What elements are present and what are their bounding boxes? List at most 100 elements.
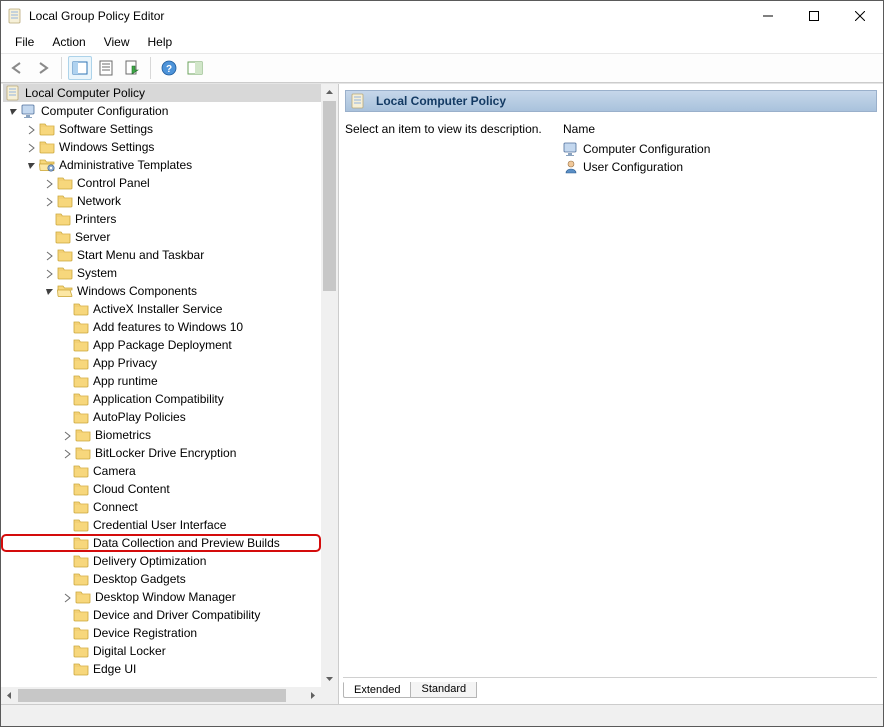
column-header-name[interactable]: Name	[563, 122, 877, 136]
folder-icon	[57, 247, 73, 263]
tree-item-connect[interactable]: Connect	[3, 498, 321, 516]
tree-label: Software Settings	[59, 122, 153, 136]
tab-standard[interactable]: Standard	[410, 682, 477, 698]
main-area: Local Computer Policy Computer Configura…	[1, 83, 883, 704]
details-title: Local Computer Policy	[376, 94, 506, 108]
folder-icon	[55, 211, 71, 227]
minimize-button[interactable]	[745, 1, 791, 31]
tree-item-admin-templates[interactable]: Administrative Templates	[3, 156, 321, 174]
tree-item-bitlocker[interactable]: BitLocker Drive Encryption	[3, 444, 321, 462]
tree-item-printers[interactable]: Printers	[3, 210, 321, 228]
tree-label: Desktop Window Manager	[95, 590, 236, 604]
expander-icon[interactable]	[43, 285, 55, 297]
tree-item-device-driver[interactable]: Device and Driver Compatibility	[3, 606, 321, 624]
expander-icon[interactable]	[25, 123, 37, 135]
expander-icon[interactable]	[43, 177, 55, 189]
forward-button[interactable]	[31, 56, 55, 80]
tree-item-activex[interactable]: ActiveX Installer Service	[3, 300, 321, 318]
folder-icon	[73, 535, 89, 551]
horizontal-scrollbar[interactable]	[1, 687, 321, 704]
back-button[interactable]	[5, 56, 29, 80]
maximize-button[interactable]	[791, 1, 837, 31]
folder-icon	[73, 625, 89, 641]
export-button[interactable]	[120, 56, 144, 80]
expander-icon[interactable]	[61, 429, 73, 441]
tree-item-start-menu[interactable]: Start Menu and Taskbar	[3, 246, 321, 264]
tree-item-app-compat[interactable]: Application Compatibility	[3, 390, 321, 408]
list-item-user-config[interactable]: User Configuration	[563, 158, 877, 176]
scroll-thumb[interactable]	[18, 689, 286, 702]
tree-item-software-settings[interactable]: Software Settings	[3, 120, 321, 138]
menu-action[interactable]: Action	[44, 33, 93, 51]
list-item-label: User Configuration	[583, 160, 683, 174]
scroll-down-icon[interactable]	[321, 670, 338, 687]
menubar: File Action View Help	[1, 31, 883, 53]
tree-item-autoplay[interactable]: AutoPlay Policies	[3, 408, 321, 426]
folder-icon	[75, 445, 91, 461]
expander-icon[interactable]	[61, 591, 73, 603]
tree-item-app-pkg[interactable]: App Package Deployment	[3, 336, 321, 354]
tree-item-cred-ui[interactable]: Credential User Interface	[3, 516, 321, 534]
folder-icon	[73, 553, 89, 569]
folder-open-icon	[57, 283, 73, 299]
expander-icon[interactable]	[43, 195, 55, 207]
filter-button[interactable]	[183, 56, 207, 80]
tree-item-digital-locker[interactable]: Digital Locker	[3, 642, 321, 660]
tree-item-app-privacy[interactable]: App Privacy	[3, 354, 321, 372]
tree-view[interactable]: Local Computer Policy Computer Configura…	[1, 84, 321, 687]
tree-label: Add features to Windows 10	[93, 320, 243, 334]
tree-label: ActiveX Installer Service	[93, 302, 222, 316]
tab-extended[interactable]: Extended	[343, 682, 410, 698]
expander-icon[interactable]	[7, 105, 19, 117]
menu-file[interactable]: File	[7, 33, 42, 51]
properties-button[interactable]	[94, 56, 118, 80]
tree-item-device-reg[interactable]: Device Registration	[3, 624, 321, 642]
tree-item-delivery-opt[interactable]: Delivery Optimization	[3, 552, 321, 570]
tree-label: Data Collection and Preview Builds	[93, 536, 280, 550]
adm-folder-icon	[39, 157, 55, 173]
expander-icon[interactable]	[43, 249, 55, 261]
tree-item-windows-components[interactable]: Windows Components	[3, 282, 321, 300]
close-button[interactable]	[837, 1, 883, 31]
folder-icon	[73, 319, 89, 335]
tree-item-windows-settings[interactable]: Windows Settings	[3, 138, 321, 156]
vertical-scrollbar[interactable]	[321, 84, 338, 687]
tree-label: Computer Configuration	[41, 104, 168, 118]
tree-item-app-runtime[interactable]: App runtime	[3, 372, 321, 390]
tree-label: Digital Locker	[93, 644, 166, 658]
scroll-left-icon[interactable]	[1, 687, 18, 704]
folder-icon	[73, 607, 89, 623]
window-title: Local Group Policy Editor	[29, 9, 745, 23]
help-button[interactable]	[157, 56, 181, 80]
tree-item-add-features[interactable]: Add features to Windows 10	[3, 318, 321, 336]
folder-icon	[75, 589, 91, 605]
tree-item-edge-ui[interactable]: Edge UI	[3, 660, 321, 678]
scroll-right-icon[interactable]	[304, 687, 321, 704]
tree-item-computer-config[interactable]: Computer Configuration	[3, 102, 321, 120]
tree-item-data-collection[interactable]: Data Collection and Preview Builds	[1, 534, 321, 552]
menu-view[interactable]: View	[96, 33, 138, 51]
scroll-thumb[interactable]	[323, 101, 336, 291]
tree-root[interactable]: Local Computer Policy	[3, 84, 321, 102]
expander-icon[interactable]	[25, 159, 37, 171]
expander-icon[interactable]	[43, 267, 55, 279]
tree-item-system[interactable]: System	[3, 264, 321, 282]
tree-item-biometrics[interactable]: Biometrics	[3, 426, 321, 444]
show-tree-button[interactable]	[68, 56, 92, 80]
tree-label: Server	[75, 230, 110, 244]
list-item-computer-config[interactable]: Computer Configuration	[563, 140, 877, 158]
tree-item-camera[interactable]: Camera	[3, 462, 321, 480]
scroll-up-icon[interactable]	[321, 84, 338, 101]
tree-item-network[interactable]: Network	[3, 192, 321, 210]
expander-icon[interactable]	[25, 141, 37, 153]
tree-label: Edge UI	[93, 662, 136, 676]
tree-item-desktop-wm[interactable]: Desktop Window Manager	[3, 588, 321, 606]
tree-item-control-panel[interactable]: Control Panel	[3, 174, 321, 192]
tree-label: Desktop Gadgets	[93, 572, 186, 586]
tree-item-cloud[interactable]: Cloud Content	[3, 480, 321, 498]
expander-icon[interactable]	[61, 447, 73, 459]
menu-help[interactable]: Help	[140, 33, 181, 51]
details-list: Name Computer Configuration User Configu…	[563, 122, 877, 704]
tree-item-desktop-gadgets[interactable]: Desktop Gadgets	[3, 570, 321, 588]
tree-item-server[interactable]: Server	[3, 228, 321, 246]
